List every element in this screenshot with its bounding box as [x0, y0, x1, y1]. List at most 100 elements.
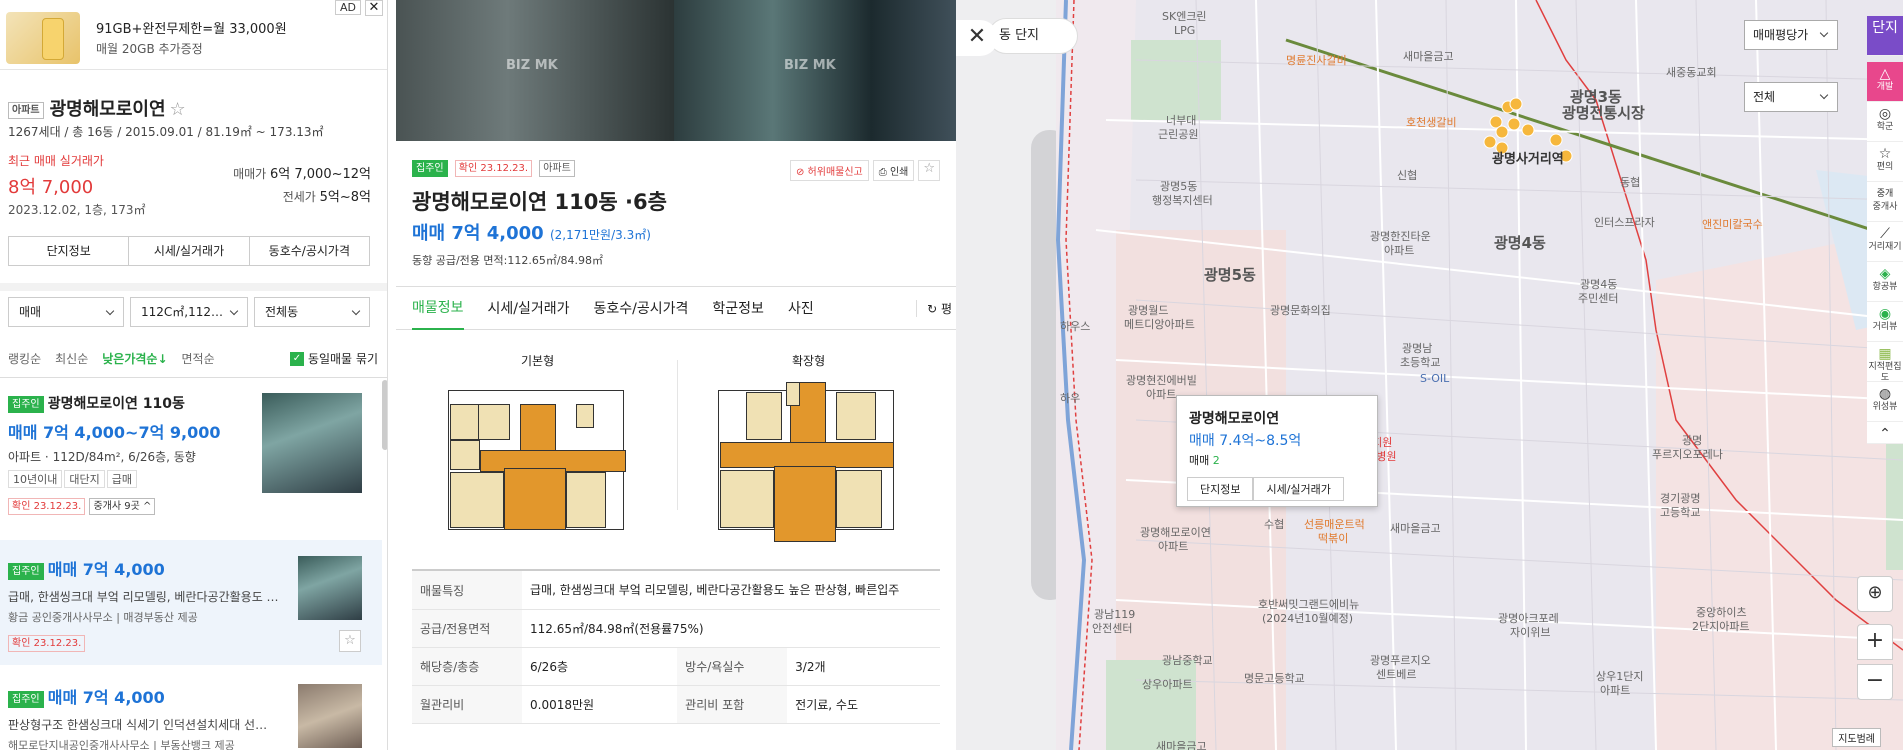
map-label: 근린공원	[1158, 128, 1199, 141]
listing-photo[interactable]	[298, 556, 362, 620]
recent-deal-price: 8억 7,000	[8, 177, 94, 198]
scrollbar[interactable]	[382, 380, 387, 450]
list-item[interactable]: 집주인 매매 7억 4,000 판상형구조 한샘싱크대 식세기 인덕션설치세대 …	[0, 684, 382, 750]
tab-complex-info[interactable]: 단지정보	[9, 237, 130, 265]
tab-unit-price[interactable]: 동호수/공시가격	[594, 298, 689, 318]
locate-button[interactable]: ⊕	[1857, 576, 1893, 612]
sort-latest[interactable]: 최신순	[55, 350, 88, 367]
map-toolbar: 단지 △ 개발 ◎ 학군 ☆ 편의 중개중개사 ⟋ 거리재기 ◈ 항공뷰 ◉ 거리뷰 ▦ 지적…	[1867, 16, 1903, 444]
sort-low-price[interactable]: 낮은가격순↓	[102, 350, 167, 367]
favorite-star-icon[interactable]: ☆	[170, 99, 186, 120]
agent-icon: 중개	[1876, 189, 1894, 199]
dong-select[interactable]: 전체동	[254, 297, 370, 327]
list-item[interactable]: 집주인 광명해모로이연 110동 매매 7억 4,000~7억 9,000 아파…	[0, 393, 382, 528]
detail-tags: 집주인 확인 23.12.23. 아파트	[412, 160, 578, 177]
popup-price: 매매 7.4억~8.5억	[1189, 433, 1302, 449]
chip: 급매	[106, 470, 137, 488]
tool-label: 거리재기	[1868, 242, 1902, 252]
map-label: 신협	[1397, 169, 1418, 182]
tool-aerial[interactable]: ◈ 항공뷰	[1867, 262, 1903, 302]
complex-info-button[interactable]: 단지정보	[1187, 477, 1254, 501]
agents-toggle[interactable]: 중개사 9곳 ^	[89, 498, 156, 515]
street-view-icon: ◉	[1878, 306, 1892, 322]
map-label: 수협	[1264, 518, 1285, 531]
price-type-select[interactable]: 매매평당가	[1744, 20, 1838, 50]
floorplan-extended[interactable]	[718, 380, 898, 545]
cadastral-icon: ▦	[1878, 346, 1892, 362]
filter-bar: 매매 112C㎡,112… 전체동	[8, 297, 370, 327]
unit-toggle[interactable]: ↻ 평	[916, 299, 952, 317]
tool-street[interactable]: ◉ 거리뷰	[1867, 302, 1903, 342]
ad-subtitle[interactable]: 매월 20GB 추가증정	[96, 40, 203, 57]
zoom-in-button[interactable]: +	[1857, 624, 1893, 660]
table-key: 공급/전용면적	[412, 609, 522, 648]
map-area[interactable]: SK엔크린 LPG 명륜진사갈비 새마을금고 호천생갈비 너부대 근린공원 신협…	[956, 0, 1903, 750]
satellite-icon: ◍	[1878, 386, 1892, 402]
favorite-star-icon[interactable]: ☆	[918, 160, 940, 181]
listing-photo-second[interactable]: BIZ MK	[674, 0, 956, 141]
tool-cadastral[interactable]: ▦ 지적편집도	[1867, 342, 1903, 383]
complex-type-tag: 아파트	[8, 101, 44, 119]
listing-photo-main[interactable]: BIZ MK	[396, 0, 674, 141]
chip: 10년이내	[8, 470, 63, 488]
tab-listing-info[interactable]: 매물정보	[412, 286, 464, 330]
tab-unit-price[interactable]: 동호수/공시가격	[250, 237, 369, 265]
tab-school[interactable]: 학군정보	[712, 298, 764, 318]
tool-measure[interactable]: ⟋ 거리재기	[1867, 222, 1903, 262]
sort-bar: 랭킹순 최신순 낮은가격순↓ 면적순 ✓ 동일매물 묶기	[8, 350, 378, 367]
tool-label: 항공뷰	[1872, 282, 1898, 292]
ruler-icon: ⟋	[1880, 226, 1890, 242]
price-button[interactable]: 시세/실거래가	[1253, 477, 1344, 501]
complex-popup[interactable]: 광명해모로이연 매매 7.4억~8.5억 매매 2 단지정보 시세/실거래가	[1176, 395, 1378, 507]
tool-collapse[interactable]: ⌃	[1867, 422, 1903, 444]
print-button[interactable]: ⎙ 인쇄	[872, 160, 915, 181]
tab-price[interactable]: 시세/실거래가	[488, 298, 570, 318]
trade-type-select[interactable]: 매매	[8, 297, 124, 327]
table-row: 공급/전용면적 112.65㎡/84.98㎡(전용률75%)	[412, 609, 940, 648]
jeonse-label: 전세가	[282, 190, 316, 204]
ad-close-icon[interactable]: ✕	[365, 0, 383, 16]
map-filter-pill[interactable]: 동 단지	[988, 18, 1078, 54]
tool-school[interactable]: ◎ 학군	[1867, 102, 1903, 142]
owner-tag: 집주인	[412, 160, 448, 177]
tab-price[interactable]: 시세/실거래가	[129, 237, 250, 265]
area-select[interactable]: 112C㎡,112…	[130, 297, 248, 327]
chip: 대단지	[64, 470, 105, 488]
map-label: 명륜진사갈비	[1286, 54, 1347, 67]
floorplan-basic[interactable]	[448, 380, 628, 545]
tool-label: 학군	[1876, 122, 1894, 132]
map-label: 자이위브	[1510, 626, 1551, 639]
tool-label: 개발	[1876, 82, 1894, 92]
zoom-out-button[interactable]: −	[1857, 664, 1893, 700]
tool-label: 거리뷰	[1872, 322, 1898, 332]
map-label: 하우	[1060, 392, 1081, 405]
ad-image[interactable]	[6, 12, 80, 64]
group-same-listing[interactable]: ✓ 동일매물 묶기	[289, 350, 378, 367]
map-close-icon[interactable]: ✕	[956, 20, 998, 56]
tab-photo[interactable]: 사진	[788, 298, 814, 318]
tool-development[interactable]: △ 개발	[1867, 62, 1903, 102]
complex-name: 광명해모로이연	[49, 99, 166, 120]
listing-photo[interactable]	[262, 393, 362, 493]
all-select[interactable]: 전체	[1744, 82, 1838, 112]
sale-value: 6억 7,000~12억	[270, 167, 371, 182]
tool-convenience[interactable]: ☆ 편의	[1867, 142, 1903, 182]
tool-satellite[interactable]: ◍ 위성뷰	[1867, 382, 1903, 422]
map-legend-button[interactable]: 지도범례	[1832, 728, 1881, 747]
owner-tag: 집주인	[8, 563, 44, 580]
watermark: BIZ MK	[784, 58, 836, 73]
listing-photo[interactable]	[298, 684, 362, 748]
tool-label: 중개사	[1872, 202, 1898, 212]
tool-agent[interactable]: 중개중개사	[1867, 182, 1903, 222]
favorite-star-icon[interactable]: ☆	[339, 630, 361, 652]
ad-banner[interactable]: 91GB+완전무제한=월 33,000원 매월 20GB 추가증정 AD ✕	[0, 0, 387, 70]
ad-title[interactable]: 91GB+완전무제한=월 33,000원	[96, 18, 287, 37]
table-key: 월관리비	[412, 685, 522, 724]
sort-area[interactable]: 면적순	[182, 350, 215, 367]
map-label: 새중동교회	[1666, 66, 1717, 79]
list-item[interactable]: 집주인 매매 7억 4,000 급매, 한샘씽크대 부엌 리모델링, 베란다공간…	[0, 556, 382, 652]
sort-ranking[interactable]: 랭킹순	[8, 350, 41, 367]
checkbox-icon[interactable]: ✓	[289, 351, 304, 366]
report-button[interactable]: ⊘ 허위매물신고	[789, 160, 869, 181]
tool-complex[interactable]: 단지	[1867, 16, 1903, 56]
